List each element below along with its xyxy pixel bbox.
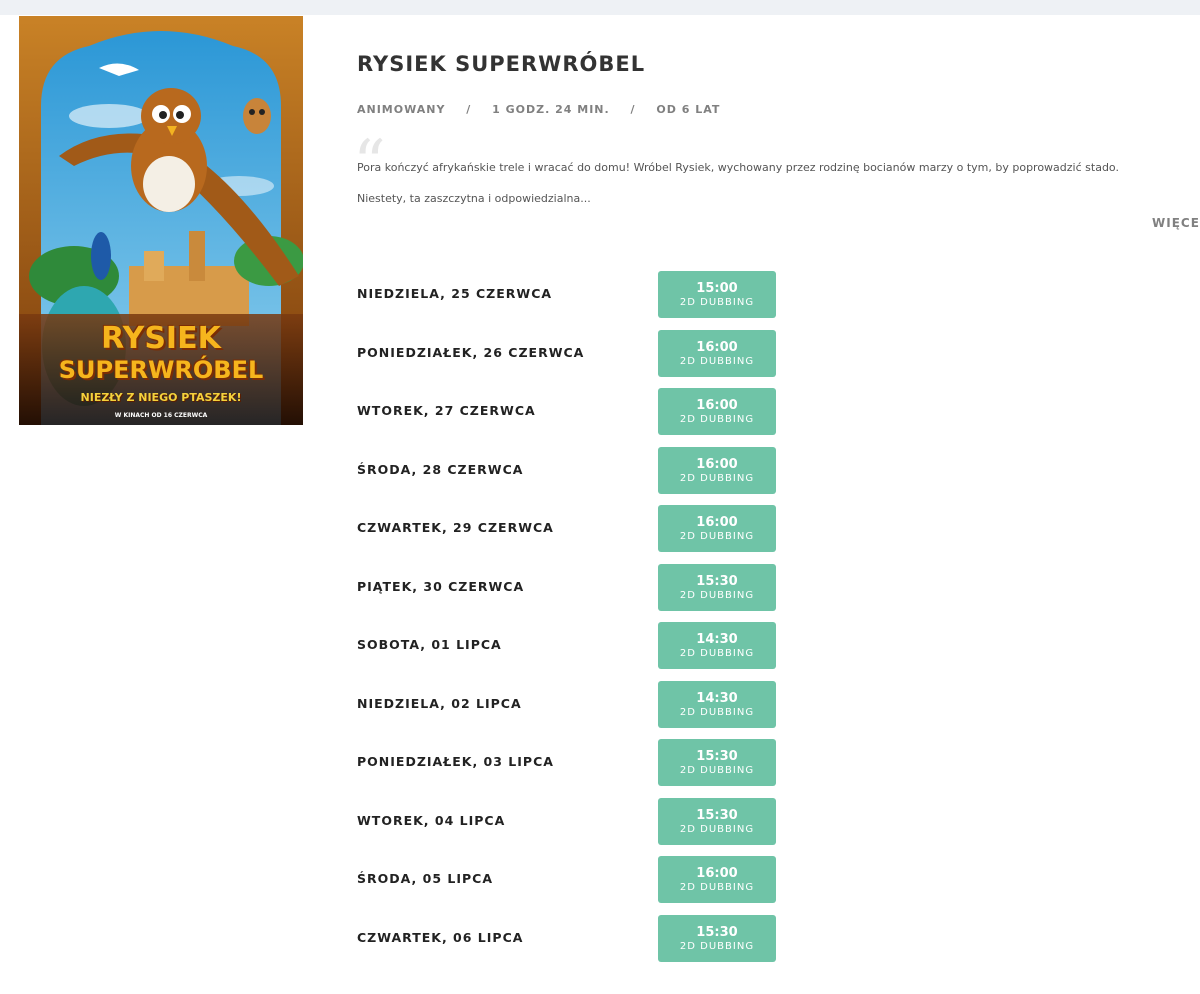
showtime-row: ŚRODA, 05 LIPCA 16:00 2D DUBBING (357, 856, 787, 915)
showtime-format: 2D DUBBING (679, 531, 755, 542)
showtime-row: CZWARTEK, 06 LIPCA 15:30 2D DUBBING (357, 914, 787, 974)
showtime-button[interactable]: 16:00 2D DUBBING (658, 446, 776, 494)
showtime-day: PONIEDZIAŁEK, 03 LIPCA (357, 754, 554, 769)
showtime-button[interactable]: 15:30 2D DUBBING (658, 914, 776, 962)
showtime-time: 15:30 (696, 924, 738, 940)
showtime-button[interactable]: 16:00 2D DUBBING (658, 505, 776, 552)
showtime-time: 16:00 (696, 398, 738, 413)
meta-separator: / (466, 103, 472, 116)
movie-age-rating: OD 6 LAT (656, 103, 721, 116)
showtimes-list: NIEDZIELA, 25 CZERWCA 15:00 2D DUBBING PONI… (357, 271, 787, 973)
showtime-day: WTOREK, 04 LIPCA (357, 812, 506, 828)
showtime-row: WTOREK, 27 CZERWCA 16:00 2D DUBBING (357, 388, 787, 447)
showtime-button[interactable]: 16:00 2D DUBBING (658, 856, 776, 903)
showtime-row: ŚRODA, 28 CZERWCA 16:00 2D DUBBING (357, 446, 787, 506)
showtime-button[interactable]: 15:30 2D DUBBING (658, 797, 776, 845)
showtime-format: 2D DUBBING (679, 589, 755, 601)
showtime-format: 2D DUBBING (679, 472, 755, 484)
poster-title-line1: RYSIEK (101, 321, 221, 356)
showtime-format: 2D DUBBING (679, 706, 755, 718)
synopsis-line-1: Pora kończyć afrykańskie trele i wracać … (357, 161, 1119, 174)
showtime-format: 2D DUBBING (679, 297, 755, 308)
poster-tagline: NIEZŁY Z NIEGO PTASZEK! (80, 391, 242, 404)
movie-title: RYSIEK SUPERWRÓBEL (357, 52, 646, 76)
top-band (0, 0, 1200, 15)
movie-synopsis: Pora kończyć afrykańskie trele i wracać … (357, 152, 1200, 214)
showtime-day: PIĄTEK, 30 CZERWCA (357, 578, 525, 594)
showtime-row: SOBOTA, 01 LIPCA 14:30 2D DUBBING (357, 622, 787, 681)
showtime-time: 16:00 (696, 515, 738, 530)
showtime-time: 16:00 (696, 456, 738, 472)
showtime-time: 16:00 (696, 339, 738, 355)
showtime-button[interactable]: 16:00 2D DUBBING (658, 388, 776, 435)
showtime-time: 16:00 (696, 866, 738, 881)
showtime-row: PONIEDZIAŁEK, 26 CZERWCA 16:00 2D DUBBING (357, 329, 787, 389)
showtime-time: 14:30 (696, 690, 738, 706)
showtime-day: CZWARTEK, 06 LIPCA (357, 929, 524, 945)
showtime-format: 2D DUBBING (679, 882, 755, 893)
showtime-time: 15:30 (696, 749, 738, 764)
showtime-format: 2D DUBBING (679, 765, 755, 776)
showtime-format: 2D DUBBING (679, 648, 755, 659)
showtime-time: 15:30 (696, 573, 738, 589)
showtime-time: 15:30 (696, 807, 738, 823)
movie-poster[interactable]: RYSIEK SUPERWRÓBEL NIEZŁY Z NIEGO PTASZE… (19, 16, 303, 425)
showtime-button[interactable]: 15:30 2D DUBBING (658, 739, 776, 786)
showtime-day: ŚRODA, 05 LIPCA (357, 871, 494, 886)
movie-meta: ANIMOWANY / 1 GODZ. 24 MIN. / OD 6 LAT (357, 103, 720, 116)
showtime-day: CZWARTEK, 29 CZERWCA (357, 520, 554, 535)
showtime-format: 2D DUBBING (679, 823, 755, 835)
showtime-row: WTOREK, 04 LIPCA 15:30 2D DUBBING (357, 797, 787, 857)
showtime-day: NIEDZIELA, 25 CZERWCA (357, 286, 553, 301)
read-more-link[interactable]: WIĘCE (1152, 216, 1200, 230)
showtime-day: PONIEDZIAŁEK, 26 CZERWCA (357, 344, 585, 360)
poster-title-line2: SUPERWRÓBEL (58, 356, 264, 384)
showtime-time: 14:30 (696, 632, 738, 647)
showtime-day: NIEDZIELA, 02 LIPCA (357, 695, 522, 711)
showtime-day: WTOREK, 27 CZERWCA (357, 403, 536, 418)
movie-genre: ANIMOWANY (357, 103, 446, 116)
synopsis-line-2: Niestety, ta zaszczytna i odpowiedzialna… (357, 192, 591, 205)
showtime-button[interactable]: 14:30 2D DUBBING (658, 622, 776, 669)
showtime-row: PONIEDZIAŁEK, 03 LIPCA 15:30 2D DUBBING (357, 739, 787, 798)
showtime-format: 2D DUBBING (679, 414, 755, 425)
showtime-row: NIEDZIELA, 02 LIPCA 14:30 2D DUBBING (357, 680, 787, 740)
showtime-row: NIEDZIELA, 25 CZERWCA 15:00 2D DUBBING (357, 271, 787, 330)
showtime-button[interactable]: 15:30 2D DUBBING (658, 563, 776, 611)
meta-separator: / (630, 103, 636, 116)
showtime-button[interactable]: 15:00 2D DUBBING (658, 271, 776, 318)
movie-duration: 1 GODZ. 24 MIN. (492, 103, 610, 116)
showtime-button[interactable]: 14:30 2D DUBBING (658, 680, 776, 728)
showtime-format: 2D DUBBING (679, 940, 755, 952)
showtime-time: 15:00 (696, 281, 738, 296)
showtime-day: SOBOTA, 01 LIPCA (357, 637, 502, 652)
poster-release-date: W KINACH OD 16 CZERWCA (114, 412, 208, 419)
showtime-format: 2D DUBBING (679, 355, 755, 367)
showtime-day: ŚRODA, 28 CZERWCA (357, 461, 524, 477)
showtime-row: PIĄTEK, 30 CZERWCA 15:30 2D DUBBING (357, 563, 787, 623)
showtime-button[interactable]: 16:00 2D DUBBING (658, 329, 776, 377)
showtime-row: CZWARTEK, 29 CZERWCA 16:00 2D DUBBING (357, 505, 787, 564)
